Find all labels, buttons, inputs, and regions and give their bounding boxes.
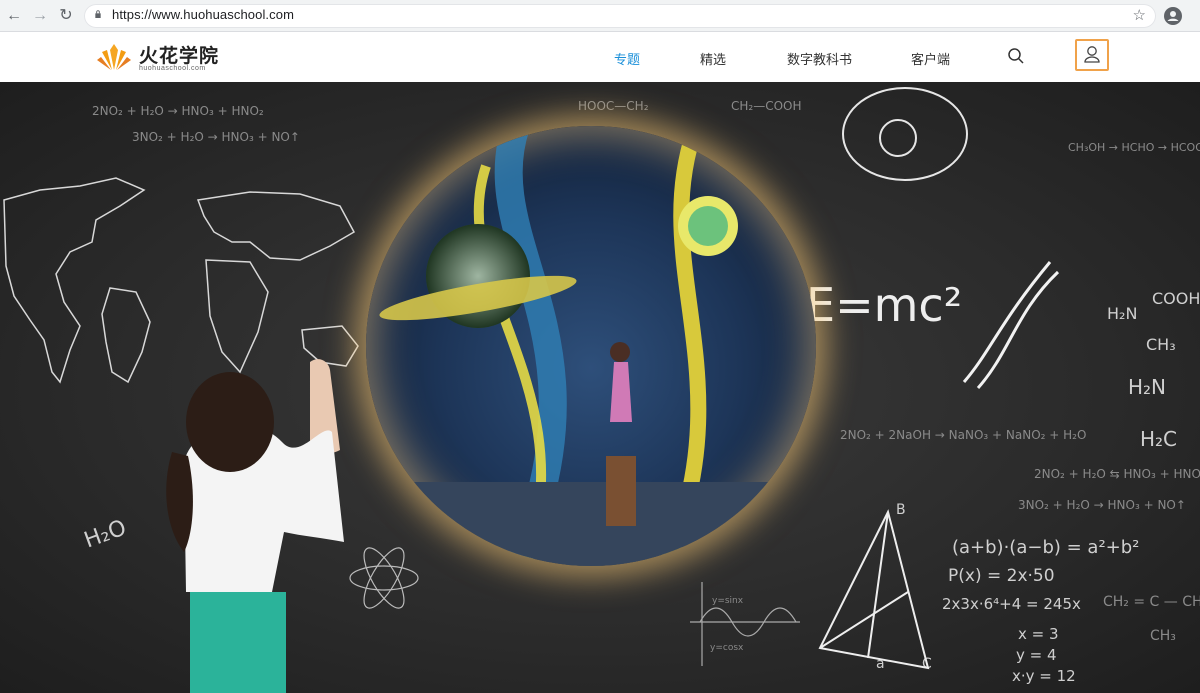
search-icon[interactable]	[1007, 47, 1025, 65]
wave-graph-drawing	[690, 582, 800, 666]
account-circle-icon[interactable]	[1164, 7, 1182, 25]
nav-digital-textbook[interactable]: 数字教科书	[787, 49, 852, 68]
lock-icon	[95, 10, 101, 18]
girl-illustration	[166, 359, 344, 693]
arrow-right-icon[interactable]: →	[30, 6, 50, 26]
atom-drawing	[349, 547, 419, 609]
nav-topics[interactable]: 专题	[614, 49, 640, 68]
reload-icon[interactable]: ↻	[56, 6, 76, 26]
arrow-left-icon[interactable]: ←	[4, 6, 24, 26]
user-button[interactable]	[1075, 39, 1109, 71]
nav-client[interactable]: 客户端	[911, 49, 950, 68]
site-header: 火花学院 huohuaschool.com 专题 精选 数字教科书 客户端	[0, 32, 1200, 82]
logo-text[interactable]: 火花学院	[139, 41, 219, 68]
cell-drawing	[842, 87, 968, 181]
flame-logo-icon[interactable]	[96, 42, 132, 72]
user-icon	[1084, 46, 1100, 63]
browser-toolbar: ← → ↻ https://www.huohuaschool.com ☆	[0, 0, 1200, 32]
dna-drawing	[962, 261, 1060, 389]
logo-subtitle: huohuaschool.com	[139, 65, 206, 72]
nav-featured[interactable]: 精选	[700, 49, 726, 68]
url-text[interactable]: https://www.huohuaschool.com	[112, 7, 294, 22]
hero-banner[interactable]: 2NO₂ + H₂O → HNO₃ + HNO₂ 3NO₂ + H₂O → HN…	[0, 82, 1200, 693]
star-icon[interactable]: ☆	[1133, 6, 1146, 24]
triangle-drawing	[818, 509, 930, 670]
hero-portal-illustration	[366, 126, 816, 566]
address-bar[interactable]: https://www.huohuaschool.com ☆	[84, 4, 1156, 28]
